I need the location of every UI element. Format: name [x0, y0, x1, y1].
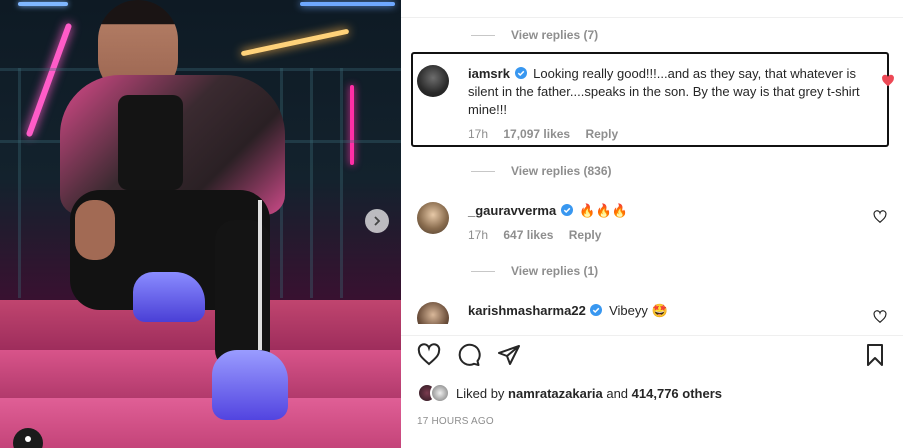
step	[0, 398, 401, 448]
liked-by-prefix: Liked by	[456, 385, 505, 401]
comment-text: Looking really good!!!...and as they say…	[468, 66, 860, 117]
comment-text: Vibeyy 🤩	[609, 303, 668, 318]
comment-body: iamsrk Looking really good!!!...and as t…	[468, 65, 868, 143]
comment-text-row: karishmasharma22 Vibeyy 🤩	[468, 302, 868, 320]
person-stripe	[258, 200, 262, 350]
neon-light	[300, 2, 395, 6]
comment-username[interactable]: _gauravverma	[468, 203, 556, 218]
fence	[310, 68, 313, 298]
heart-outline-icon[interactable]	[873, 210, 887, 224]
view-replies-label: View replies (1)	[511, 264, 599, 278]
post-timestamp[interactable]: 17 HOURS AGO	[417, 416, 494, 427]
sneaker-right	[212, 350, 288, 420]
reply-button[interactable]: Reply	[569, 228, 602, 242]
verified-badge-icon	[590, 304, 603, 316]
neon-light	[240, 28, 350, 57]
comment-text-row: _gauravverma 🔥🔥🔥	[468, 202, 868, 220]
comment-likes[interactable]: 647 likes	[503, 228, 553, 242]
reply-line	[471, 34, 495, 36]
person-hand	[75, 200, 115, 260]
fence	[340, 68, 343, 298]
view-replies-button[interactable]: View replies (7)	[471, 28, 598, 42]
divider	[401, 335, 903, 336]
fence	[18, 68, 21, 298]
sneaker-left	[133, 272, 205, 322]
heart-outline-icon[interactable]	[873, 310, 887, 324]
avatar[interactable]	[417, 65, 449, 97]
liked-by-user[interactable]: namratazakaria	[508, 386, 603, 401]
view-replies-label: View replies (7)	[511, 28, 599, 42]
bookmark-icon[interactable]	[863, 343, 887, 367]
comment-body: karishmasharma22 Vibeyy 🤩	[468, 302, 868, 320]
reply-line	[471, 170, 495, 172]
reply-button[interactable]: Reply	[585, 127, 618, 141]
comment-username[interactable]: iamsrk	[468, 66, 510, 81]
neon-light	[350, 85, 354, 165]
comment-body: _gauravverma 🔥🔥🔥 17h 647 likes Reply	[468, 202, 868, 244]
comment-icon[interactable]	[457, 343, 481, 367]
view-replies-label: View replies (836)	[511, 164, 612, 178]
heart-icon[interactable]	[417, 343, 441, 367]
divider	[401, 17, 903, 18]
post-image[interactable]	[0, 0, 401, 448]
view-replies-button[interactable]: View replies (836)	[471, 164, 612, 178]
heart-icon[interactable]	[881, 74, 895, 88]
neon-light	[18, 2, 68, 6]
comment-meta: 17h 17,097 likes Reply	[468, 125, 868, 143]
verified-badge-icon	[560, 204, 573, 216]
avatar[interactable]	[417, 302, 449, 324]
liked-by-others[interactable]: 414,776 others	[632, 386, 722, 401]
reply-line	[471, 270, 495, 272]
comment-time[interactable]: 17h	[468, 127, 488, 141]
step	[0, 350, 401, 398]
comments-panel: View replies (7) iamsrk Looking really g…	[401, 0, 903, 448]
liked-by-text: Liked by namratazakaria and 414,776 othe…	[456, 386, 722, 401]
comment-text-row: iamsrk Looking really good!!!...and as t…	[468, 65, 868, 119]
avatar[interactable]	[417, 202, 449, 234]
avatar[interactable]	[430, 383, 450, 403]
share-icon[interactable]	[497, 343, 521, 367]
comment-meta: 17h 647 likes Reply	[468, 226, 868, 244]
comment-item: karishmasharma22 Vibeyy 🤩	[417, 302, 887, 324]
chevron-right-icon	[374, 216, 381, 226]
comment-text: 🔥🔥🔥	[579, 203, 628, 218]
liked-by-and: and	[606, 385, 629, 401]
verified-badge-icon	[514, 67, 527, 79]
next-image-button[interactable]	[365, 209, 389, 233]
person-shirt	[118, 95, 183, 190]
view-replies-button[interactable]: View replies (1)	[471, 264, 598, 278]
user-icon	[25, 436, 31, 442]
comment-username[interactable]: karishmasharma22	[468, 303, 586, 318]
comment-time[interactable]: 17h	[468, 228, 488, 242]
comment-likes[interactable]: 17,097 likes	[503, 127, 570, 141]
liked-by: Liked by namratazakaria and 414,776 othe…	[417, 383, 722, 403]
